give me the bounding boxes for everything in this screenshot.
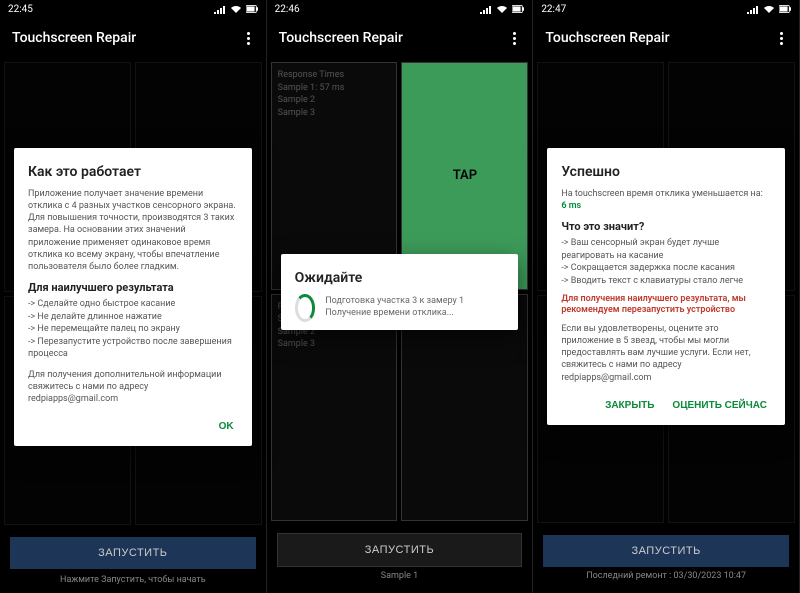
tip-2: -> Не делайте длинное нажатие [28, 311, 238, 324]
footer-text: Sample 1 [277, 567, 523, 585]
menu-icon[interactable] [243, 28, 254, 49]
tip-3: -> Не перемещайте палец по экрану [28, 323, 238, 336]
result-value: 6 ms [561, 201, 581, 211]
menu-icon[interactable] [509, 28, 520, 49]
cell-line-2: Sample 1: 57 ms [278, 82, 391, 95]
launch-button[interactable]: ЗАПУСТИТЬ [277, 533, 523, 567]
app-bar: Touchscreen Repair [0, 18, 266, 58]
screen-2: 22:46 Touchscreen Repair Response Times … [267, 0, 534, 593]
status-bar: 22:45 [0, 0, 266, 18]
content-area: Как это работает Приложение получает зна… [0, 58, 266, 529]
battery-icon [246, 4, 258, 14]
app-title: Touchscreen Repair [545, 30, 669, 46]
tap-label: TAP [453, 168, 477, 183]
content-area: Response Times Sample 1: 57 ms Sample 2 … [267, 58, 533, 525]
waiting-dialog: Ожидайте Подготовка участка 3 к замеру 1… [281, 254, 519, 330]
app-title: Touchscreen Repair [12, 30, 136, 46]
status-icons [214, 4, 258, 14]
wifi-icon [230, 4, 242, 14]
benefit-3: -> Вводить текст с клавиатуры стало легч… [561, 275, 771, 288]
dialog-footer-text: Для получения дополнительной информации … [28, 369, 238, 405]
status-time: 22:45 [8, 4, 33, 15]
how-it-works-dialog: Как это работает Приложение получает зна… [14, 148, 252, 446]
tip-1: -> Сделайте одно быстрое касание [28, 298, 238, 311]
signal-icon [480, 4, 492, 14]
wifi-icon [763, 4, 775, 14]
screen-1: 22:45 Touchscreen Repair Как это работае… [0, 0, 267, 593]
status-bar: 22:46 [267, 0, 533, 18]
bottom-area: ЗАПУСТИТЬ Последний ремонт : 03/30/2023 … [533, 527, 799, 593]
launch-button[interactable]: ЗАПУСТИТЬ [10, 537, 256, 569]
dialog-title: Успешно [561, 164, 771, 180]
rate-text: Если вы удовлетворены, оцените это прило… [561, 323, 771, 384]
dialog-title: Ожидайте [295, 270, 505, 286]
app-bar: Touchscreen Repair [533, 18, 799, 58]
launch-button[interactable]: ЗАПУСТИТЬ [543, 535, 789, 567]
menu-icon[interactable] [776, 28, 787, 49]
screen-3: 22:47 Touchscreen Repair Успешно На touc… [533, 0, 800, 593]
battery-icon [779, 4, 791, 14]
dialog-title: Как это работает [28, 164, 238, 180]
dialog-actions: ЗАКРЫТЬ ОЦЕНИТЬ СЕЙЧАС [561, 394, 771, 417]
cell-line-1: Response Times [278, 69, 391, 82]
content-area: Успешно На touchscreen время отклика уме… [533, 58, 799, 527]
dialog-subtitle: Для наилучшего результата [28, 281, 238, 294]
footer-text: Последний ремонт : 03/30/2023 10:47 [543, 567, 789, 585]
wifi-icon [496, 4, 508, 14]
status-icons [747, 4, 791, 14]
benefit-2: -> Сокращается задержка после касания [561, 262, 771, 275]
status-time: 22:46 [275, 4, 300, 15]
success-dialog: Успешно На touchscreen время отклика уме… [547, 148, 785, 425]
bottom-area: ЗАПУСТИТЬ Нажмите Запустить, чтобы начат… [0, 529, 266, 593]
close-button[interactable]: ЗАКРЫТЬ [601, 394, 658, 417]
hint-text: Нажмите Запустить, чтобы начать [10, 575, 256, 585]
cell-line-4: Sample 3 [278, 338, 391, 351]
bottom-area: ЗАПУСТИТЬ Sample 1 [267, 525, 533, 593]
signal-icon [214, 4, 226, 14]
battery-icon [512, 4, 524, 14]
tip-4: -> Перезапустите устройство после заверш… [28, 336, 238, 361]
result-line: На touchscreen время отклика уменьшается… [561, 188, 771, 212]
spinner-row: Подготовка участка 3 к замеру 1 Получени… [295, 294, 505, 322]
signal-icon [747, 4, 759, 14]
restart-warning: Для получения наилучшего результата, мы … [561, 294, 771, 317]
status-time: 22:47 [541, 4, 566, 15]
ok-button[interactable]: OK [215, 415, 238, 438]
rate-now-button[interactable]: ОЦЕНИТЬ СЕЙЧАС [668, 394, 771, 417]
cell-info: Response Times Sample 1: 57 ms Sample 2 … [272, 63, 397, 125]
dialog-body: Приложение получает значение времени отк… [28, 188, 238, 273]
spinner-text: Подготовка участка 3 к замеру 1 Получени… [325, 296, 504, 319]
spinner-icon [295, 294, 316, 322]
result-prefix: На touchscreen время отклика уменьшается… [561, 189, 763, 199]
dialog-actions: OK [28, 415, 238, 438]
app-title: Touchscreen Repair [279, 30, 403, 46]
status-bar: 22:47 [533, 0, 799, 18]
benefit-1: -> Ваш сенсорный экран будет лучше реаги… [561, 237, 771, 262]
cell-line-4: Sample 3 [278, 107, 391, 120]
status-icons [480, 4, 524, 14]
app-bar: Touchscreen Repair [267, 18, 533, 58]
dialog-subtitle: Что это значит? [561, 220, 771, 233]
cell-line-3: Sample 2 [278, 94, 391, 107]
